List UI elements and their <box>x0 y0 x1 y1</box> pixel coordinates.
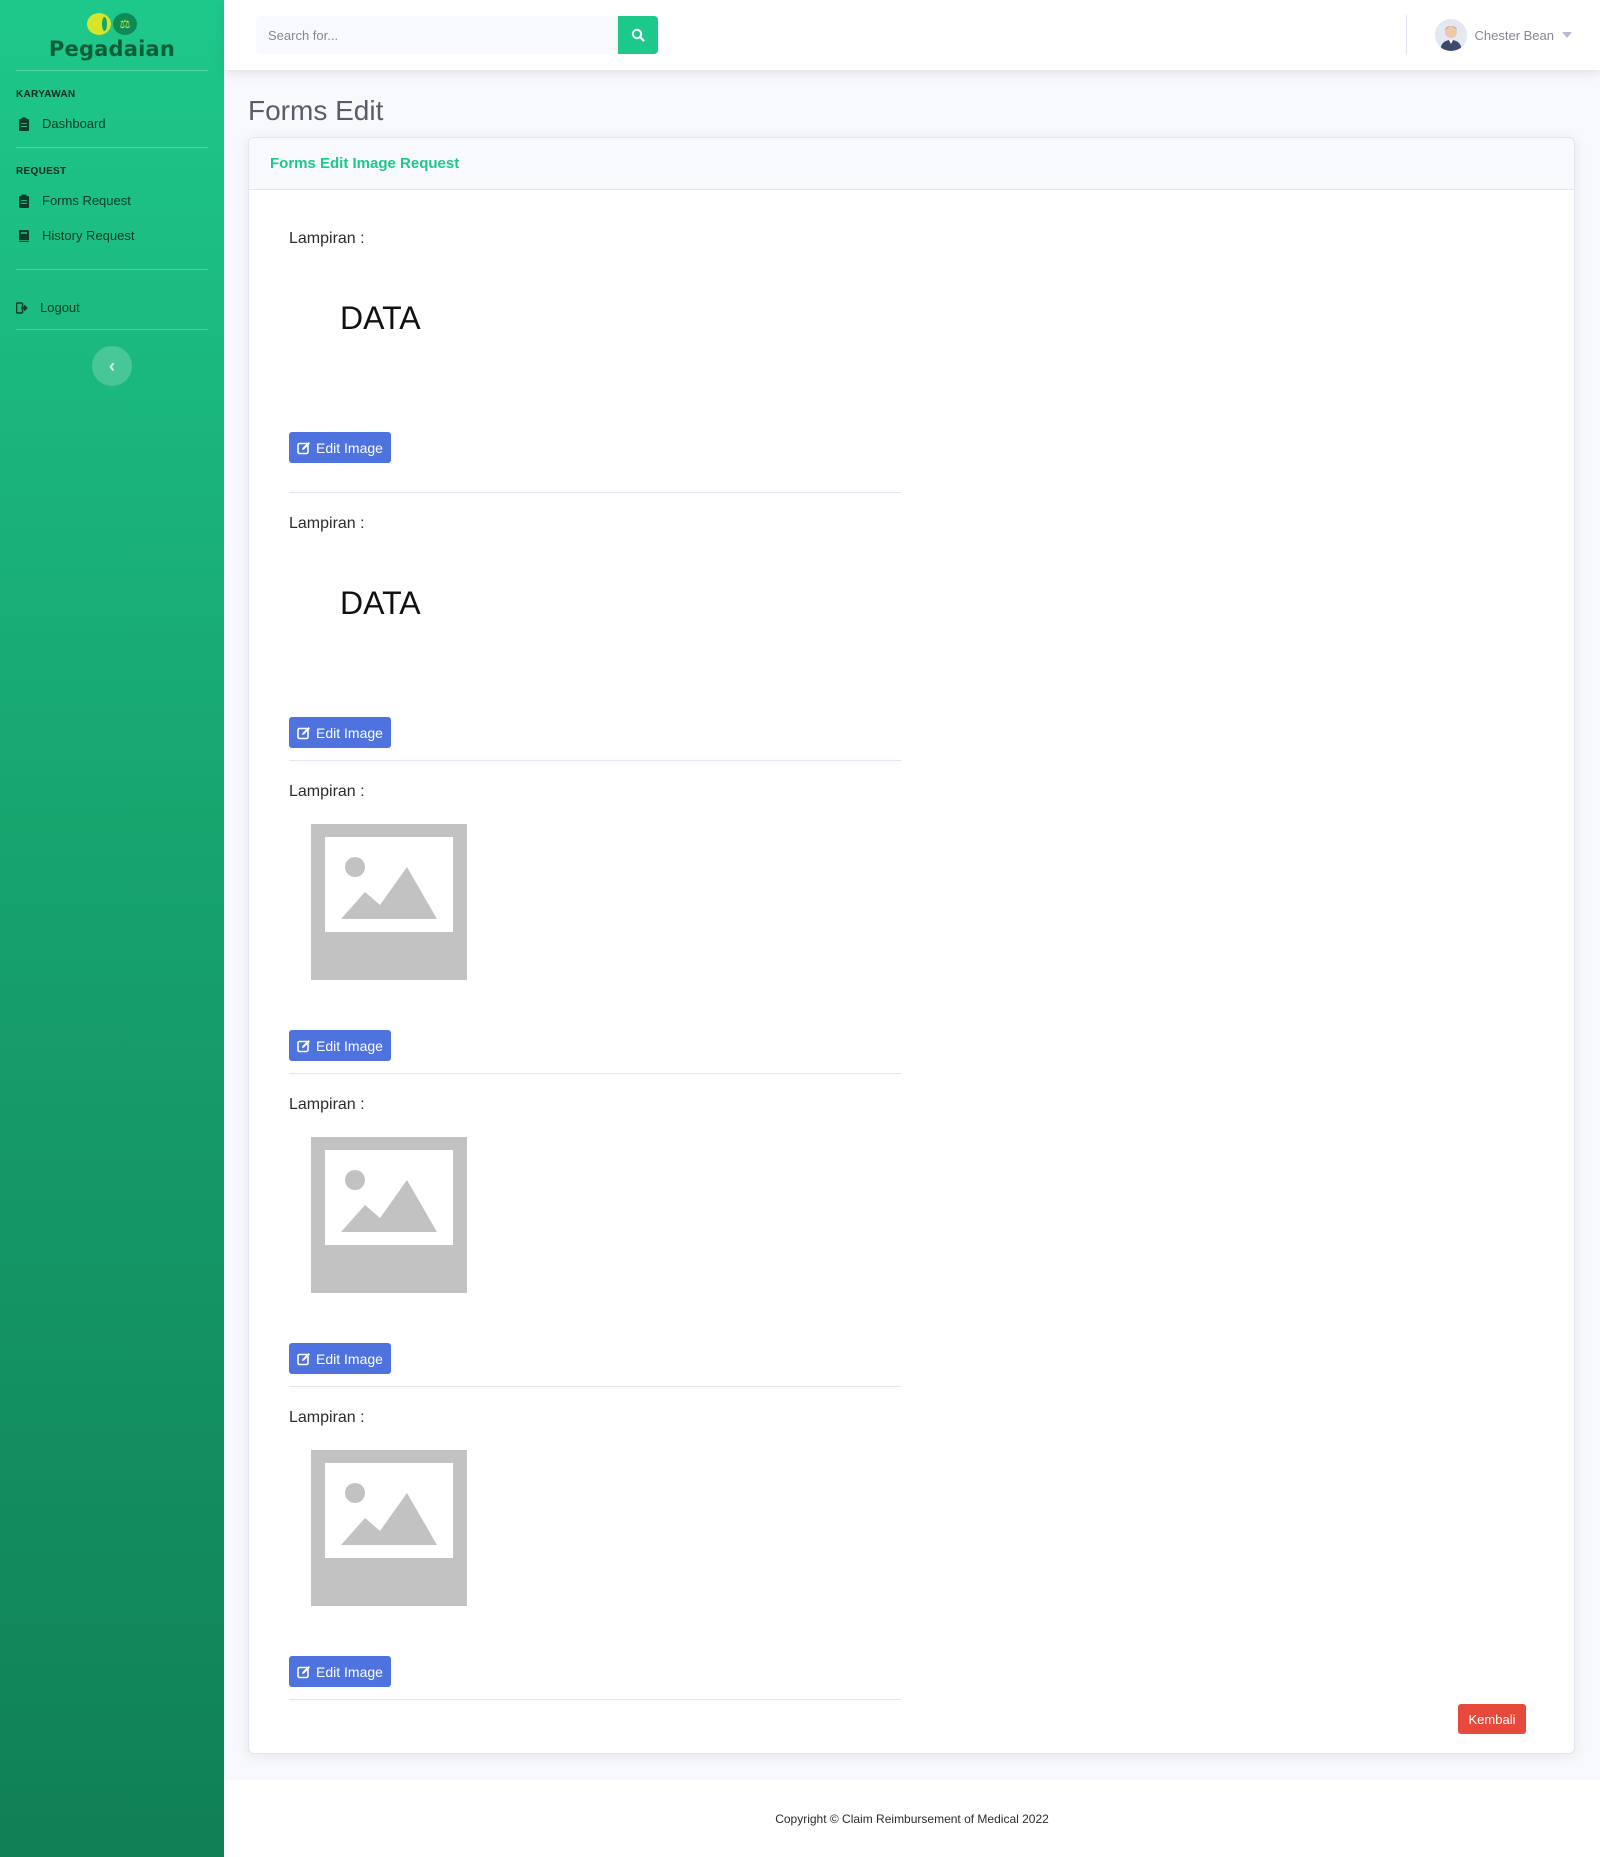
footer: Copyright © Claim Reimbursement of Medic… <box>224 1780 1600 1857</box>
attachment-item: Lampiran : DATA Edit Image <box>289 493 901 761</box>
attachment-item: Lampiran : Edit Image <box>289 761 901 1074</box>
sidebar-toggle-button[interactable]: ‹ <box>92 346 132 386</box>
book-icon <box>18 229 30 243</box>
edit-image-button[interactable]: Edit Image <box>289 1030 391 1061</box>
card-title: Forms Edit Image Request <box>270 155 460 172</box>
edit-image-button[interactable]: Edit Image <box>289 1656 391 1687</box>
attachment-label: Lampiran : <box>289 1096 365 1113</box>
attachment-preview: Edit Image <box>289 1431 901 1700</box>
attachment-preview: Edit Image <box>289 1118 901 1387</box>
page-title: Forms Edit <box>248 95 384 126</box>
attachment-preview: Edit Image <box>289 805 901 1074</box>
edit-icon <box>297 726 310 739</box>
sidebar-item-forms-request[interactable]: Forms Request <box>0 183 224 218</box>
topbar-right: Chester Bean <box>1405 0 1600 70</box>
sign-out-icon <box>16 301 28 315</box>
sidebar-divider <box>16 329 208 330</box>
search-input[interactable] <box>256 16 618 54</box>
search-icon <box>631 28 645 42</box>
sidebar-heading-karyawan: KARYAWAN <box>16 89 76 100</box>
edit-icon <box>297 1665 310 1678</box>
image-placeholder-icon <box>311 1450 467 1606</box>
topbar: Chester Bean <box>224 0 1600 70</box>
edit-icon <box>297 1352 310 1365</box>
attachment-item: Lampiran : Edit Image <box>289 1387 901 1700</box>
attachment-text: DATA <box>340 585 421 621</box>
clipboard-icon <box>18 194 30 208</box>
edit-icon <box>297 441 310 454</box>
edit-icon <box>297 1039 310 1052</box>
card-body: Lampiran : DATA Edit Image Lampiran : DA… <box>249 190 1574 1700</box>
sidebar: ⚖ Pegadaian KARYAWAN Dashboard REQUEST F… <box>0 0 224 1857</box>
edit-image-label: Edit Image <box>316 724 383 741</box>
sidebar-heading-request: REQUEST <box>16 166 67 177</box>
edit-image-label: Edit Image <box>316 1350 383 1367</box>
chevron-left-icon: ‹ <box>109 355 115 376</box>
edit-image-label: Edit Image <box>316 1037 383 1054</box>
back-button[interactable]: Kembali <box>1458 1704 1526 1734</box>
logout-link[interactable]: Logout <box>0 270 224 329</box>
attachment-text: DATA <box>340 300 421 336</box>
brand[interactable]: ⚖ Pegadaian <box>0 0 224 70</box>
attachment-item: Lampiran : Edit Image <box>289 1074 901 1387</box>
sidebar-item-label: Dashboard <box>42 116 106 131</box>
attachment-item: Lampiran : DATA Edit Image <box>289 226 901 493</box>
edit-card: Forms Edit Image Request Lampiran : DATA… <box>248 137 1575 1754</box>
card-header: Forms Edit Image Request <box>249 138 1574 190</box>
edit-image-label: Edit Image <box>316 1663 383 1680</box>
attachment-label: Lampiran : <box>289 783 365 800</box>
logout-label: Logout <box>40 300 80 315</box>
topbar-divider <box>1405 15 1407 55</box>
sidebar-item-label: Forms Request <box>42 193 131 208</box>
image-placeholder-icon <box>311 1137 467 1293</box>
avatar <box>1434 19 1467 51</box>
edit-image-label: Edit Image <box>316 439 383 456</box>
caret-down-icon <box>1562 32 1572 38</box>
brand-name: Pegadaian <box>48 37 176 61</box>
attachment-label: Lampiran : <box>289 1409 365 1426</box>
attachment-label: Lampiran : <box>289 230 365 247</box>
sidebar-item-label: History Request <box>42 228 135 243</box>
attachment-label: Lampiran : <box>289 515 365 532</box>
attachment-preview: DATA Edit Image <box>289 252 901 493</box>
search-button[interactable] <box>618 16 658 54</box>
search-bar <box>256 16 658 54</box>
image-placeholder-icon <box>311 824 467 980</box>
edit-image-button[interactable]: Edit Image <box>289 717 391 748</box>
sidebar-item-history-request[interactable]: History Request <box>0 218 224 253</box>
brand-logo-icon: ⚖ <box>87 13 137 35</box>
user-dropdown[interactable]: Chester Bean <box>1434 19 1572 51</box>
edit-image-button[interactable]: Edit Image <box>289 432 391 463</box>
sidebar-item-dashboard[interactable]: Dashboard <box>0 106 224 141</box>
attachment-preview: DATA Edit Image <box>289 537 901 761</box>
copyright-text: Copyright © Claim Reimbursement of Medic… <box>775 1811 1049 1826</box>
edit-image-button[interactable]: Edit Image <box>289 1343 391 1374</box>
clipboard-icon <box>18 117 30 131</box>
user-name: Chester Bean <box>1474 27 1555 43</box>
